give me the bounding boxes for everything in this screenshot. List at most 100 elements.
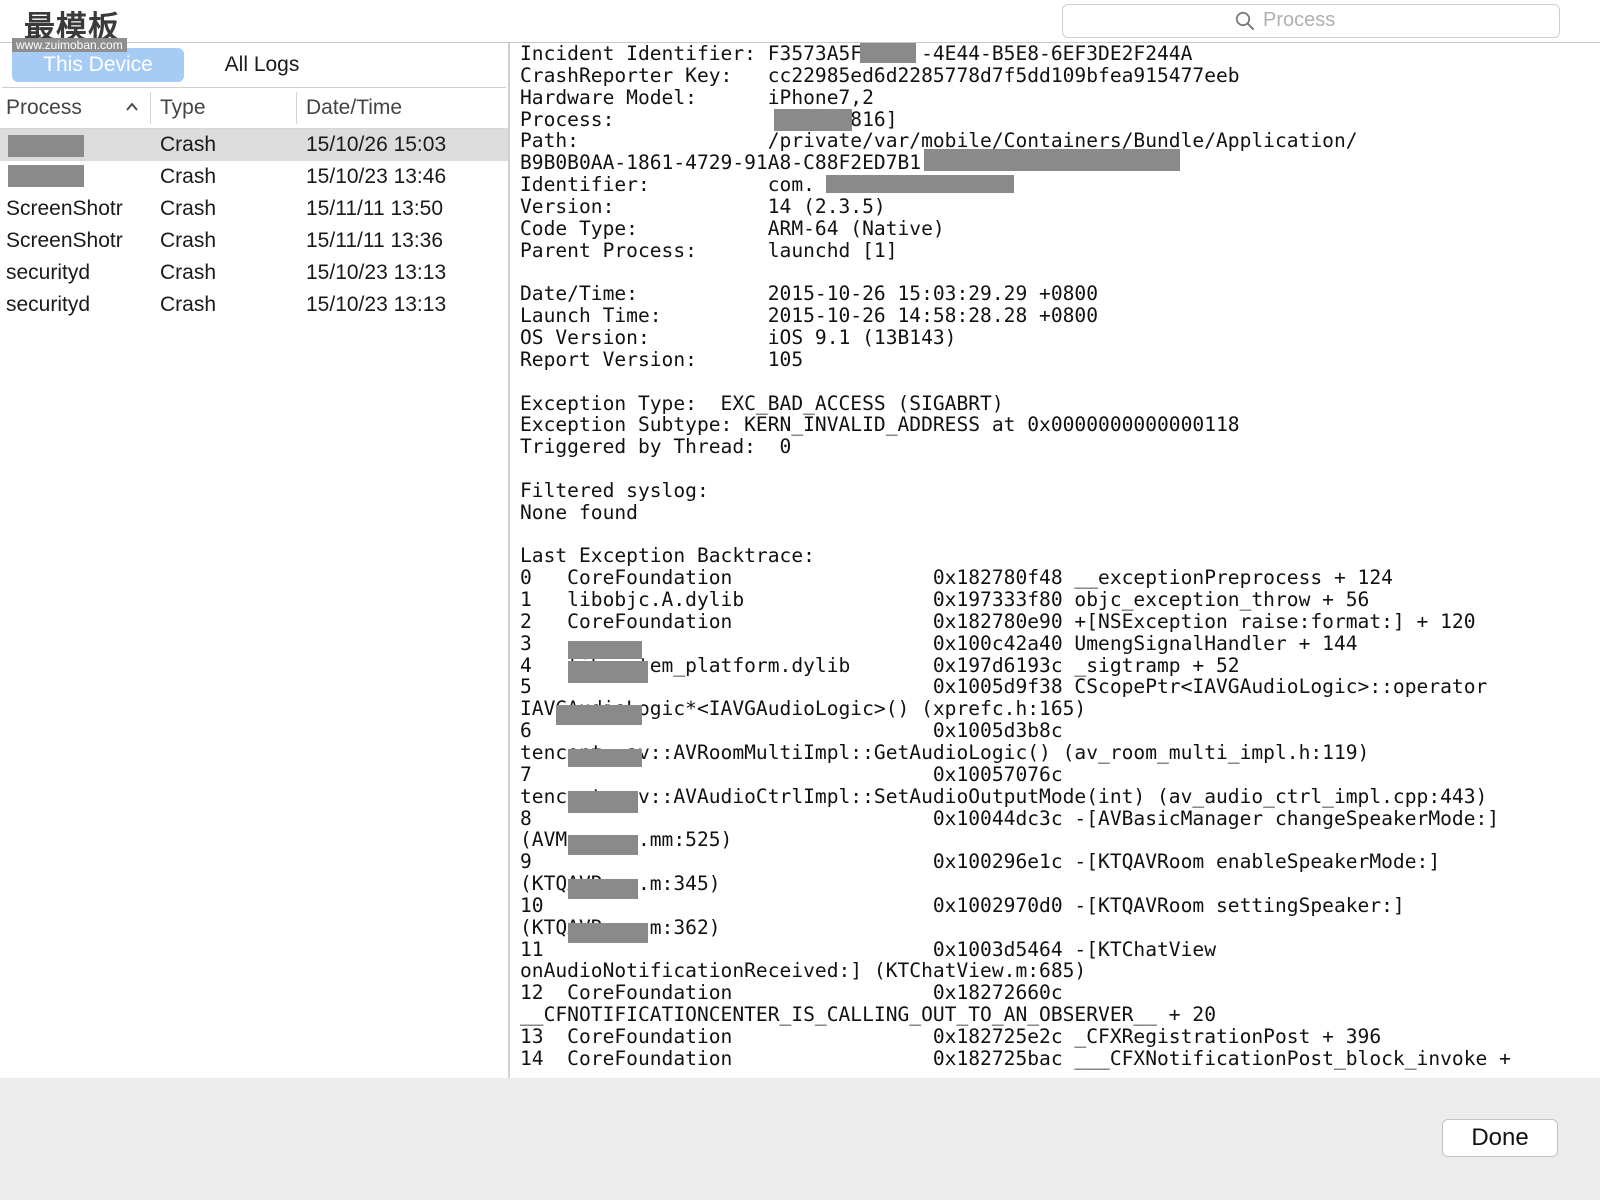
table-row[interactable]: Crash 15/10/26 15:03: [0, 129, 508, 161]
redaction-bar: [568, 879, 638, 899]
row-process: securityd: [6, 261, 91, 284]
log-line: onAudioNotificationReceived:] (KTChatVie…: [520, 959, 1087, 983]
log-line: Incident Identifier: F3573A5F- -4E44-B5E…: [520, 43, 1193, 65]
column-divider[interactable]: [296, 92, 297, 124]
log-line: Exception Type: EXC_BAD_ACCESS (SIGABRT): [520, 391, 1004, 415]
search-input[interactable]: [1263, 8, 1543, 32]
redaction-bar: [568, 749, 642, 767]
log-line: Date/Time: 2015-10-26 15:03:29.29 +0800: [520, 282, 1099, 306]
log-line: __CFNOTIFICATIONCENTER_IS_CALLING_OUT_TO…: [520, 1003, 1216, 1027]
log-line: (AVManager.mm:525): [520, 829, 1511, 851]
column-header-process[interactable]: Process: [6, 88, 82, 128]
log-line: 5 0x1005d9f38 CScopePtr<IAVGAudioLogic>:…: [520, 675, 1488, 699]
log-line: 0 CoreFoundation 0x182780f48 __exception…: [520, 566, 1393, 590]
column-header-datetime[interactable]: Date/Time: [306, 88, 402, 128]
row-datetime: 15/10/23 13:13: [306, 293, 447, 316]
row-process: ScreenShotr: [6, 229, 123, 252]
log-line: CrashReporter Key: cc22985ed6d2285778d7f…: [520, 63, 1240, 87]
log-line: OS Version: iOS 9.1 (13B143): [520, 325, 957, 349]
row-datetime: 15/11/11 13:36: [306, 229, 444, 252]
crash-report-text: Incident Identifier: F3573A5F- -4E44-B5E…: [520, 43, 1511, 1070]
log-line: Version: 14 (2.3.5): [520, 194, 886, 218]
log-line: (KTQAVRoom.m:362): [520, 916, 1511, 939]
redaction-bar: [556, 705, 642, 725]
redaction-bar: [568, 641, 642, 659]
row-datetime: 15/10/23 13:46: [306, 165, 447, 188]
log-line: Parent Process: launchd [1]: [520, 238, 898, 262]
row-type: Crash: [160, 229, 217, 252]
search-field[interactable]: [1062, 4, 1560, 38]
log-line: Exception Subtype: KERN_INVALID_ADDRESS …: [520, 413, 1240, 437]
redacted-process-name: [8, 135, 84, 157]
redacted-process-name: [8, 165, 84, 187]
table-row[interactable]: Crash 15/10/23 13:46: [0, 161, 508, 193]
row-type: Crash: [160, 165, 217, 188]
watermark-url: www.zuimoban.com: [12, 38, 127, 52]
sort-ascending-icon[interactable]: [124, 100, 140, 114]
log-line: None found: [520, 500, 638, 524]
row-datetime: 15/11/11 13:50: [306, 197, 444, 220]
log-line: 4 libsystem_platform.dylib 0x197d6193c _…: [520, 653, 1240, 677]
redaction-bar: [568, 923, 648, 943]
log-line: 1 libobjc.A.dylib 0x197333f80 objc_excep…: [520, 588, 1370, 612]
log-line: 12 CoreFoundation 0x18272660c: [520, 981, 1063, 1005]
search-icon: [1235, 11, 1254, 30]
row-datetime: 15/10/23 13:13: [306, 261, 447, 284]
table-row[interactable]: securityd Crash 15/10/23 13:13: [0, 257, 508, 289]
log-list-panel: This Device All Logs Process Type Date/T…: [0, 43, 510, 1078]
log-line: Filtered syslog:: [520, 478, 709, 502]
title-bar: 最模板: [0, 0, 1600, 46]
done-button[interactable]: Done: [1442, 1119, 1558, 1157]
redaction-bar: [568, 661, 648, 683]
segment-all-logs[interactable]: All Logs: [192, 48, 332, 82]
log-line: Process: [1816]: [520, 107, 898, 131]
row-type: Crash: [160, 261, 217, 284]
log-line: Identifier: com.: [520, 173, 815, 197]
crash-report-view[interactable]: Incident Identifier: F3573A5F- -4E44-B5E…: [510, 43, 1600, 1078]
log-line: 13 CoreFoundation 0x182725e2c _CFXRegist…: [520, 1024, 1382, 1048]
log-line: 11 0x1003d5464 -[KTChatView: [520, 937, 1216, 961]
row-type: Crash: [160, 293, 217, 316]
log-line: Code Type: ARM-64 (Native): [520, 216, 945, 240]
redaction-bar: [860, 43, 916, 63]
log-line: 7 0x10057076c: [520, 762, 1063, 786]
log-line: Last Exception Backtrace:: [520, 544, 815, 568]
redaction-bar: [568, 791, 638, 813]
log-line: Hardware Model: iPhone7,2: [520, 85, 874, 109]
row-type: Crash: [160, 197, 217, 220]
log-line: tencent::av::AVRoomMultiImpl::GetAudioLo…: [520, 741, 1370, 764]
redaction-bar: [826, 175, 1014, 193]
log-line: Report Version: 105: [520, 347, 804, 371]
footer-bar: Done: [0, 1078, 1600, 1200]
table-row[interactable]: ScreenShotr Crash 15/11/11 13:50: [0, 193, 508, 225]
table-row[interactable]: ScreenShotr Crash 15/11/11 13:36: [0, 225, 508, 257]
row-process: securityd: [6, 293, 91, 316]
row-type: Crash: [160, 133, 217, 156]
log-line: 6 0x1005d3b8c: [520, 719, 1063, 743]
segment-this-device[interactable]: This Device: [12, 48, 184, 82]
log-line: 9 0x100296e1c -[KTQAVRoom enableSpeakerM…: [520, 850, 1441, 874]
redaction-bar: [924, 149, 1180, 171]
row-process: ScreenShotr: [6, 197, 123, 220]
log-line: (KTQAVRoom.m:345): [520, 873, 1511, 895]
log-line: IAVGAudioLogic*<IAVGAudioLogic>() (xpref…: [520, 697, 1087, 721]
redaction-bar: [774, 109, 852, 131]
log-line: 2 CoreFoundation 0x182780e90 +[NSExcepti…: [520, 609, 1476, 633]
redaction-bar: [568, 835, 638, 855]
column-divider[interactable]: [150, 92, 151, 124]
table-row[interactable]: securityd Crash 15/10/23 13:13: [0, 289, 508, 321]
log-line: Triggered by Thread: 0: [520, 435, 792, 459]
log-line: 3 0x100c42a40 UmengSignalHandler + 144: [520, 631, 1358, 655]
column-header-type[interactable]: Type: [160, 88, 206, 128]
log-line: 10 0x1002970d0 -[KTQAVRoom settingSpeake…: [520, 893, 1405, 917]
log-line: 8 0x10044dc3c -[AVBasicManager changeSpe…: [520, 806, 1500, 830]
log-line: Launch Time: 2015-10-26 14:58:28.28 +080…: [520, 304, 1099, 328]
log-line: tencent::av::AVAudioCtrlImpl::SetAudioOu…: [520, 784, 1488, 808]
row-datetime: 15/10/26 15:03: [306, 133, 447, 156]
log-line: 14 CoreFoundation 0x182725bac ___CFXNoti…: [520, 1046, 1511, 1070]
table-header: Process Type Date/Time: [0, 88, 508, 129]
